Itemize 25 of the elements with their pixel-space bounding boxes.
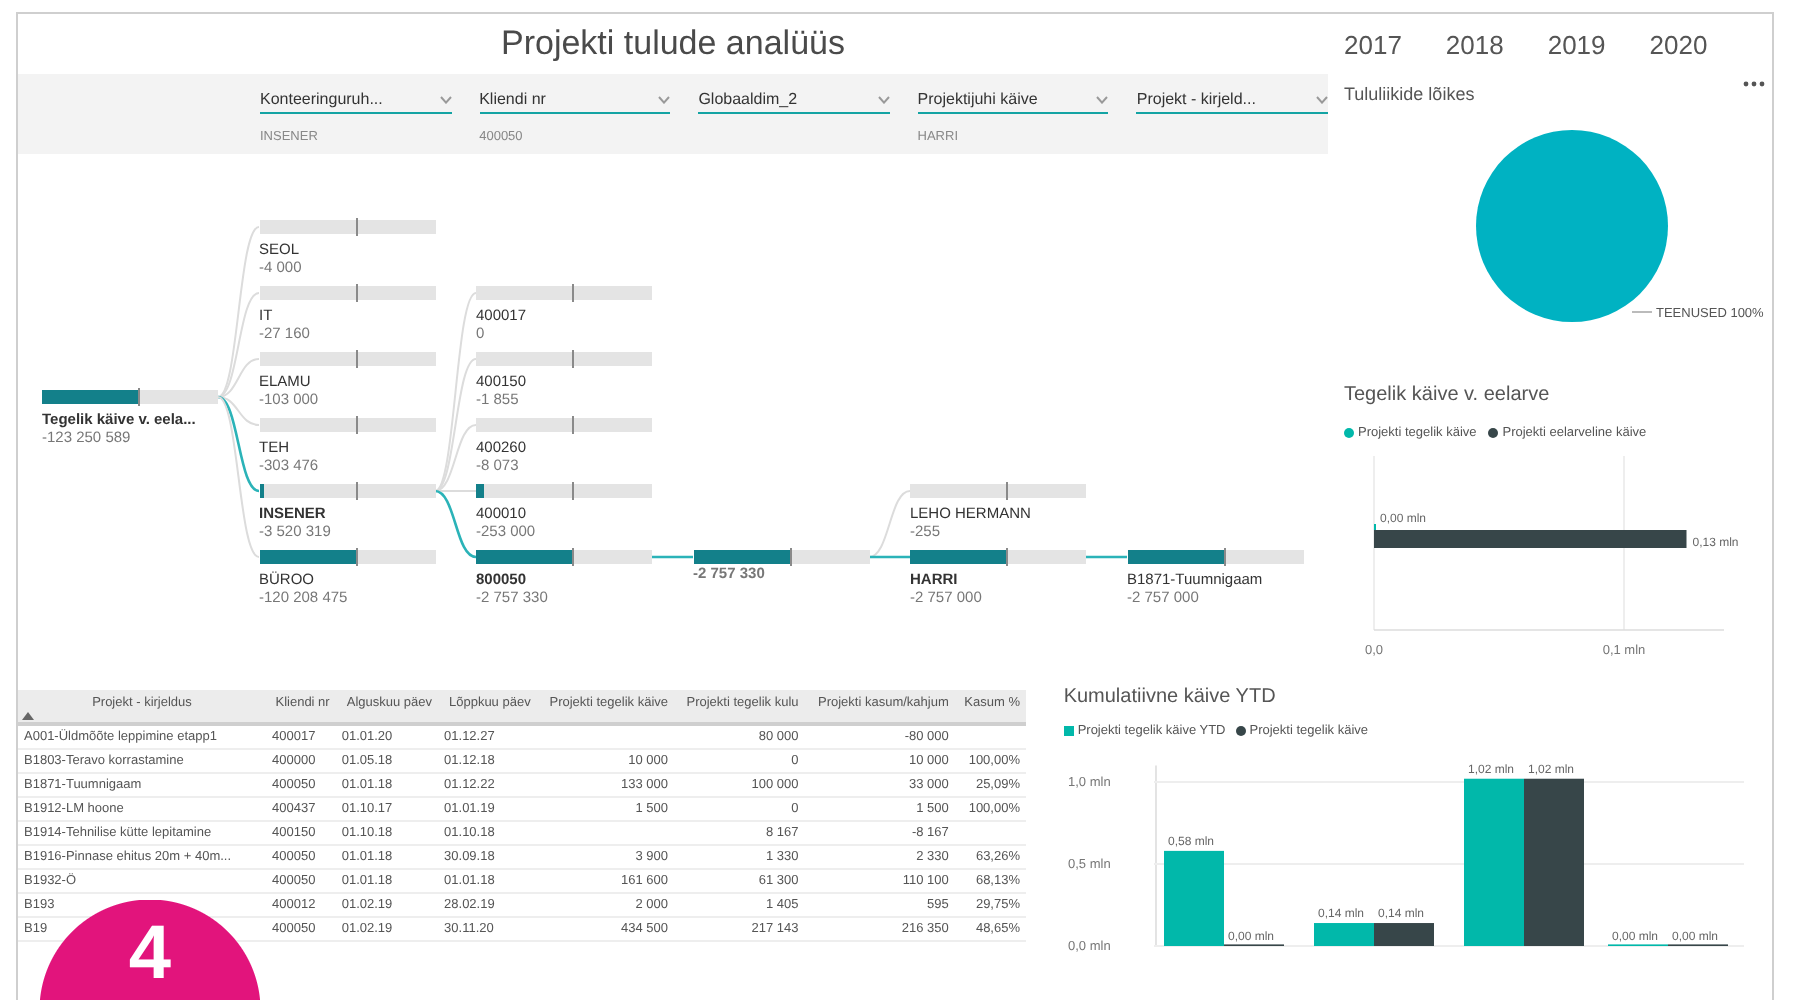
report-title: Projekti tulude analüüs [498, 24, 847, 64]
chevron-icon [1315, 95, 1328, 103]
bar [1313, 923, 1374, 946]
year-tab[interactable]: 2019 [1547, 29, 1606, 59]
filter-dropdown[interactable]: Projektijuhi käive [917, 90, 1109, 114]
more-options-icon[interactable] [1742, 78, 1766, 90]
filter-dropdown[interactable]: Konteeringuruh... [260, 90, 452, 114]
connector-line [1086, 555, 1127, 559]
filter-dropdown[interactable]: Projekt - kirjeld... [1136, 90, 1328, 114]
year-tab[interactable]: 2017 [1344, 29, 1402, 59]
filter-dropdown[interactable]: Kliendi nr [479, 90, 671, 114]
chevron-icon [877, 95, 890, 103]
leader-line [1631, 311, 1653, 313]
chart-title: Tululiikide lõikes [1344, 84, 1475, 104]
year-tab[interactable]: 2018 [1445, 29, 1504, 59]
chevron-icon [1096, 95, 1109, 103]
bar [1373, 923, 1434, 946]
filter-dropdown[interactable]: Globaaldim_2 [698, 90, 890, 114]
year-tab[interactable]: 2020 [1649, 29, 1708, 59]
chevron-icon [658, 95, 671, 103]
connector-line [652, 555, 693, 559]
sort-icon [22, 712, 34, 720]
chart-title: Kumulatiivne käive YTD [1063, 686, 1276, 708]
chart-title: Tegelik käive v. eelarve [1344, 384, 1550, 406]
chevron-icon [439, 95, 452, 103]
